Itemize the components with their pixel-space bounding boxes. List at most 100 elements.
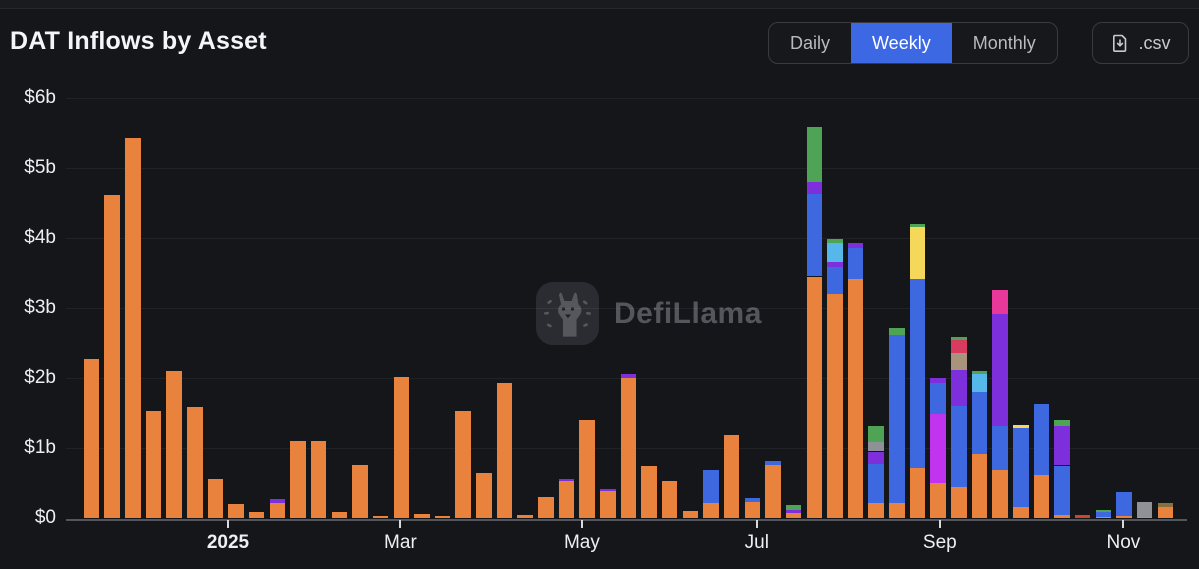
bar-segment-green[interactable] [951,337,967,340]
bar-segment-orange[interactable] [827,294,843,518]
bar-segment-purple[interactable] [951,370,967,406]
bar-segment-orange[interactable] [1054,515,1070,518]
bar-segment-pink[interactable] [992,290,1008,314]
bar-segment-blue[interactable] [1116,492,1132,516]
bar-segment-orange[interactable] [559,481,575,518]
bar-segment-blue[interactable] [703,470,719,504]
bar-segment-orange[interactable] [703,503,719,518]
bar-segment-magenta[interactable] [930,414,946,483]
bar-segment-green[interactable] [1096,510,1112,512]
bar-segment-orange[interactable] [249,512,265,518]
bar-segment-green[interactable] [1054,420,1070,426]
bar-segment-gray[interactable] [868,442,884,452]
bar-segment-orange[interactable] [290,441,306,518]
bar-segment-brown[interactable] [1158,503,1174,507]
bar-segment-orange[interactable] [84,359,100,518]
bar-segment-orange[interactable] [166,371,182,518]
bar-segment-blue[interactable] [868,464,884,503]
bar-segment-orange[interactable] [435,516,451,518]
bar-segment-orange[interactable] [848,279,864,518]
bar-segment-green[interactable] [972,371,988,374]
bar-segment-orange[interactable] [641,466,657,518]
bar-segment-blue[interactable] [848,248,864,279]
bar-segment-orange[interactable] [455,411,471,518]
bar-segment-orange[interactable] [394,377,410,518]
bar-segment-blue[interactable] [992,426,1008,470]
bar-segment-purple[interactable] [786,510,802,514]
bar-segment-orange[interactable] [373,516,389,518]
bar-segment-orange[interactable] [270,503,286,518]
bar-segment-orange[interactable] [745,502,761,518]
bar-segment-purple[interactable] [559,479,575,481]
bar-segment-orange[interactable] [1158,507,1174,518]
bar-segment-orange[interactable] [125,138,141,518]
bar-segment-orange[interactable] [889,503,905,518]
bar-segment-yellow[interactable] [910,227,926,280]
bar-segment-orange[interactable] [104,195,120,518]
bar-segment-orange[interactable] [517,515,533,519]
bar-segment-blue[interactable] [951,406,967,487]
bar-segment-purple[interactable] [807,182,823,194]
bar-segment-orange[interactable] [662,481,678,518]
bar-segment-orange[interactable] [311,441,327,518]
bar-segment-orange[interactable] [1096,517,1112,518]
bar-segment-green[interactable] [807,127,823,182]
bar-segment-blue[interactable] [765,461,781,465]
bar-segment-purple[interactable] [868,452,884,465]
bar-segment-orange[interactable] [765,465,781,518]
bar-segment-purple[interactable] [270,499,286,503]
bar-segment-green[interactable] [868,426,884,442]
bar-segment-orange[interactable] [332,512,348,518]
bar-segment-orange[interactable] [497,383,513,518]
bar-segment-blue[interactable] [1013,428,1029,506]
bar-segment-blue[interactable] [827,267,843,294]
bar-segment-blue[interactable] [889,335,905,503]
bar-segment-orange[interactable] [1013,507,1029,518]
bar-segment-red[interactable] [1075,515,1091,519]
bar-segment-orange[interactable] [683,511,699,518]
bar-segment-orange[interactable] [187,407,203,518]
bar-segment-purple[interactable] [1054,426,1070,465]
bar-segment-orange[interactable] [868,503,884,518]
bar-segment-orange[interactable] [1116,516,1132,518]
bar-segment-green[interactable] [786,505,802,509]
bar-segment-purple[interactable] [992,314,1008,426]
bar-segment-orange[interactable] [724,435,740,518]
bar-segment-orange[interactable] [807,277,823,519]
bar-segment-orange[interactable] [910,468,926,518]
bar-segment-orange[interactable] [146,411,162,518]
bar-segment-orange[interactable] [786,513,802,518]
bar-segment-orange[interactable] [600,491,616,518]
bar-segment-orange[interactable] [621,378,637,518]
bar-segment-tan[interactable] [951,353,967,371]
bar-segment-blue[interactable] [1096,512,1112,516]
bar-segment-sky[interactable] [972,374,988,392]
bar-segment-purple[interactable] [930,378,946,383]
bar-segment-blue[interactable] [972,392,988,454]
bar-segment-blue[interactable] [807,194,823,277]
bar-segment-rose[interactable] [951,340,967,353]
bar-segment-yellow[interactable] [1013,425,1029,429]
bar-segment-orange[interactable] [579,420,595,518]
bar-segment-blue[interactable] [1034,404,1050,475]
bar-segment-orange[interactable] [208,479,224,518]
bar-segment-orange[interactable] [930,483,946,518]
bar-segment-orange[interactable] [972,454,988,518]
bar-segment-green[interactable] [827,239,843,243]
bar-segment-green[interactable] [889,328,905,335]
bar-segment-purple[interactable] [600,489,616,492]
bar-segment-orange[interactable] [414,514,430,518]
bar-segment-purple[interactable] [848,243,864,248]
bar-segment-purple[interactable] [827,262,843,268]
bar-segment-orange[interactable] [1137,517,1153,518]
bar-segment-orange[interactable] [951,487,967,519]
bar-segment-orange[interactable] [1034,475,1050,518]
bar-segment-sky[interactable] [827,243,843,262]
bar-segment-orange[interactable] [992,470,1008,518]
bar-segment-orange[interactable] [538,497,554,518]
bar-segment-orange[interactable] [228,504,244,518]
bar-segment-gray[interactable] [1137,502,1153,517]
bar-segment-blue[interactable] [910,279,926,468]
bar-segment-orange[interactable] [476,473,492,518]
bar-segment-orange[interactable] [352,465,368,518]
